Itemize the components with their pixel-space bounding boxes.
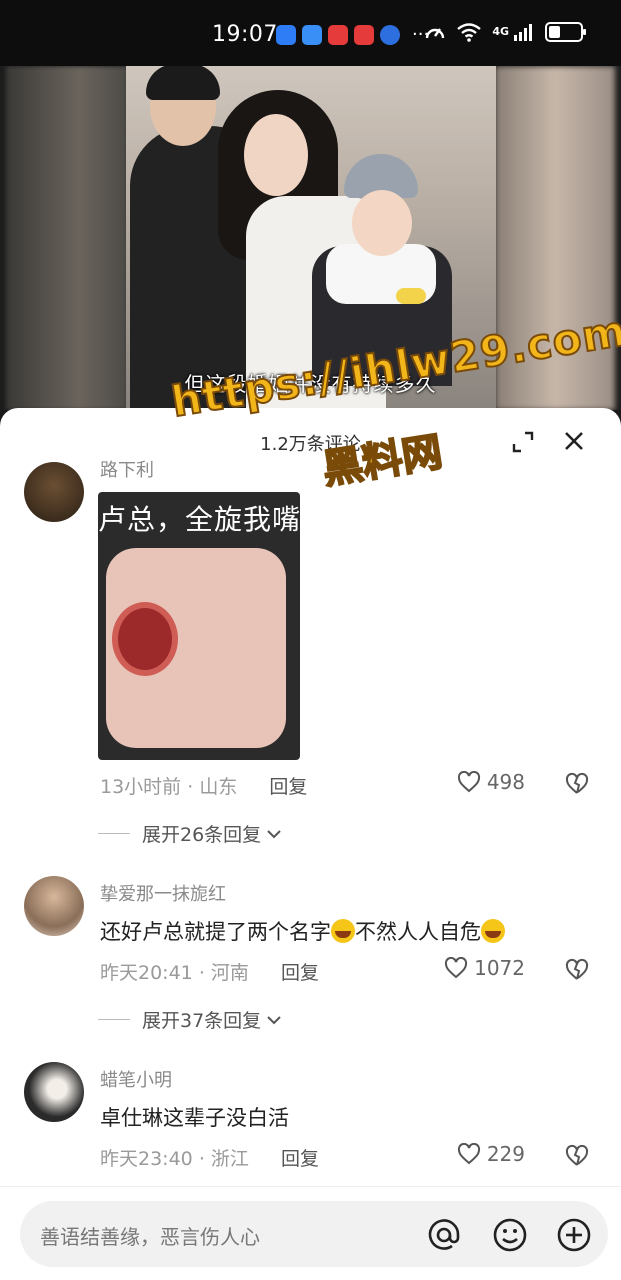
comment-location: 山东 — [199, 776, 238, 798]
comment-input-placeholder: 善语结善缘，恶言伤人心 — [40, 1225, 260, 1249]
speed-gauge-icon — [426, 28, 445, 39]
comment-time: 13小时前 — [100, 776, 182, 798]
comment-text-part: 还好卢总就提了两个名字 — [100, 920, 331, 944]
battery-level — [549, 26, 560, 38]
comment-text: 还好卢总就提了两个名字 不然人人自危 — [100, 916, 505, 946]
laughing-crying-emoji-icon — [481, 919, 505, 943]
close-icon[interactable] — [561, 428, 587, 454]
reply-button[interactable]: 回复 — [281, 1148, 319, 1170]
emoji-icon[interactable] — [492, 1217, 528, 1253]
like-count: 1072 — [474, 956, 525, 980]
laughing-crying-emoji-icon — [331, 919, 355, 943]
like-button[interactable]: 498 — [457, 770, 525, 794]
meme-mouth — [112, 602, 178, 676]
heart-icon — [445, 957, 468, 979]
reply-button[interactable]: 回复 — [269, 776, 307, 798]
broken-heart-icon[interactable] — [565, 958, 589, 982]
shop-app-icon-2 — [354, 25, 374, 45]
comment-meta: 昨天20:41 · 河南 回复 — [100, 962, 319, 984]
video-blur-background-left — [6, 66, 128, 410]
comment-meme-image[interactable]: 卢总，全旋我嘴 — [98, 492, 300, 760]
comment-input-bar: 善语结善缘，恶言伤人心 — [0, 1186, 621, 1280]
status-indicators: 4G — [424, 22, 586, 42]
plus-icon[interactable] — [556, 1217, 592, 1253]
heart-icon — [457, 1143, 480, 1165]
wifi-icon — [457, 23, 482, 42]
meme-caption: 卢总，全旋我嘴 — [98, 503, 300, 536]
like-button[interactable]: 1072 — [444, 956, 525, 980]
divider-line — [98, 833, 130, 834]
comment-username[interactable]: 路下利 — [100, 456, 154, 482]
fullscreen-icon[interactable] — [511, 430, 535, 454]
message-app-icon — [276, 25, 296, 45]
broken-heart-icon[interactable] — [565, 772, 589, 796]
comment-time: 昨天23:40 — [100, 1148, 193, 1170]
like-count: 498 — [486, 770, 525, 794]
expand-replies-button[interactable]: 展开37条回复 — [98, 1006, 283, 1033]
comment-username[interactable]: 蜡笔小明 — [100, 1066, 172, 1092]
cell-signal-icon — [514, 24, 532, 41]
comment-time: 昨天20:41 — [100, 962, 193, 984]
signal-app-icon — [302, 25, 322, 45]
notification-icons: ··· — [276, 25, 429, 45]
avatar[interactable] — [24, 462, 84, 522]
avatar[interactable] — [24, 1062, 84, 1122]
browser-app-icon — [380, 25, 400, 45]
broken-heart-icon[interactable] — [565, 1144, 589, 1168]
comment-meta: 13小时前 · 山东 回复 — [100, 776, 308, 798]
avatar[interactable] — [24, 876, 84, 936]
shop-app-icon — [328, 25, 348, 45]
status-time: 19:07 — [212, 22, 278, 47]
like-button[interactable]: 229 — [457, 1142, 525, 1166]
comment-text: 卓仕琳这辈子没白活 — [100, 1106, 289, 1130]
video-person-woman-face — [244, 114, 308, 196]
video-toy — [396, 288, 426, 304]
comment-sheet: 1.2万条评论 路下利 卢总，全旋我嘴 13小时前 · 山东 回复 498 展开… — [0, 408, 621, 1280]
comment-username[interactable]: 挚爱那一抹旎红 — [100, 880, 226, 906]
expand-replies-button[interactable]: 展开26条回复 — [98, 820, 283, 847]
chevron-down-icon — [267, 1015, 281, 1024]
comment-input[interactable]: 善语结善缘，恶言伤人心 — [20, 1201, 608, 1267]
divider-line — [98, 1019, 130, 1020]
like-count: 229 — [486, 1142, 525, 1166]
video-person-man-hair — [146, 66, 220, 100]
network-type: 4G — [492, 25, 509, 38]
comment-meta: 昨天23:40 · 浙江 回复 — [100, 1148, 319, 1170]
at-icon[interactable] — [426, 1217, 462, 1253]
reply-button[interactable]: 回复 — [281, 962, 319, 984]
status-bar: 19:07 ··· 4G — [0, 0, 621, 66]
comment-location: 浙江 — [210, 1148, 249, 1170]
expand-replies-label: 展开26条回复 — [142, 824, 262, 846]
video-child-face — [352, 190, 412, 256]
battery-icon — [545, 22, 586, 42]
chevron-down-icon — [267, 829, 281, 838]
expand-replies-label: 展开37条回复 — [142, 1010, 262, 1032]
heart-icon — [457, 771, 480, 793]
comment-location: 河南 — [210, 962, 249, 984]
comment-text-part: 不然人人自危 — [355, 920, 481, 944]
